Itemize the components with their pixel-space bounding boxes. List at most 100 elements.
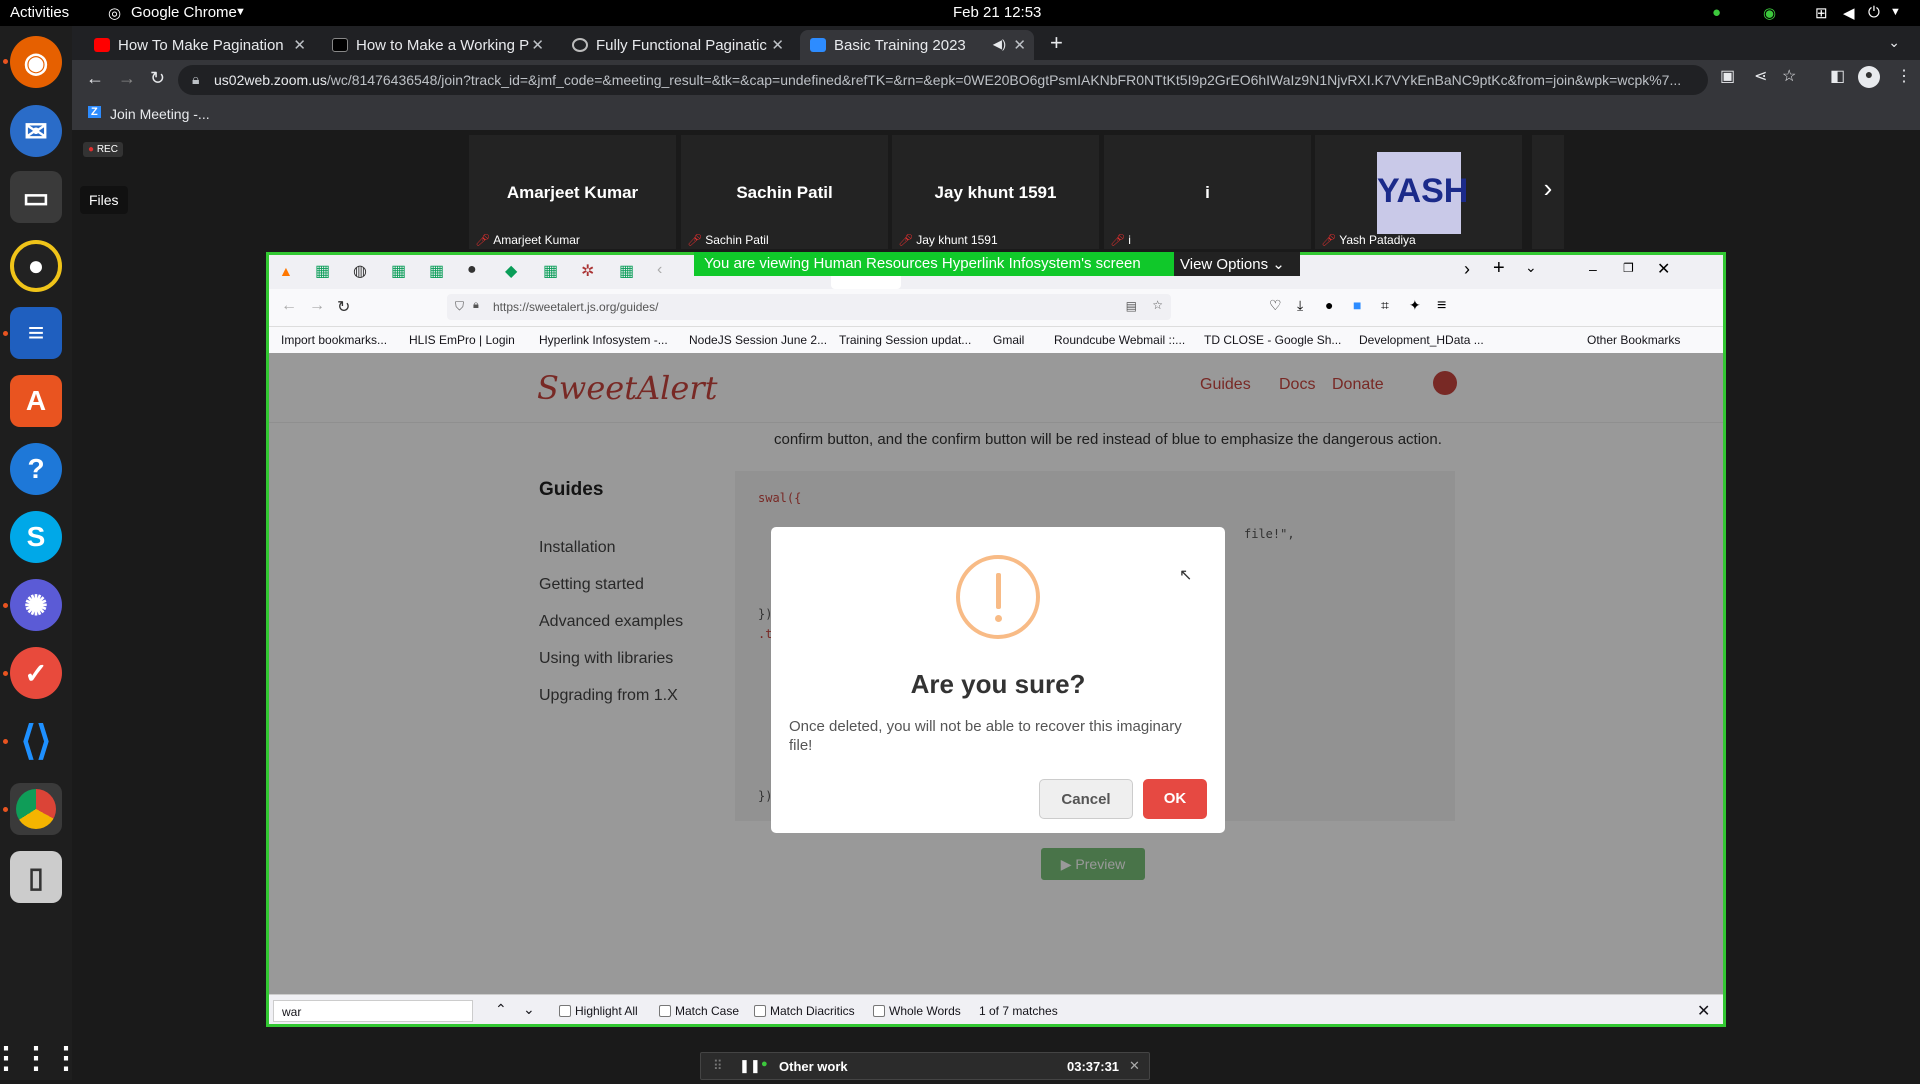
- participant-tile[interactable]: Amarjeet Kumar 🎤︎ Amarjeet Kumar: [469, 135, 676, 249]
- ok-button[interactable]: OK: [1143, 779, 1207, 819]
- extension-icon[interactable]: ■: [1353, 297, 1361, 313]
- tab-fully-functional[interactable]: Fully Functional Paginatic ✕: [562, 30, 792, 60]
- close-icon[interactable]: ✕: [293, 36, 306, 54]
- chevron-left-icon[interactable]: ‹: [657, 261, 662, 279]
- whole-words-checkbox[interactable]: Whole Words: [873, 1004, 961, 1018]
- extension-icon[interactable]: ▲: [279, 263, 293, 279]
- share-icon[interactable]: ⋖: [1754, 66, 1767, 86]
- back-icon[interactable]: ←: [281, 297, 297, 315]
- clock[interactable]: Feb 21 12:53: [953, 4, 1041, 21]
- vscode-icon[interactable]: ⟨⟩: [10, 715, 62, 767]
- sync-icon[interactable]: ◉: [1763, 4, 1776, 22]
- close-icon[interactable]: ✕: [1013, 36, 1026, 54]
- participant-tile[interactable]: Sachin Patil 🎤︎ Sachin Patil: [681, 135, 888, 249]
- activities-button[interactable]: Activities: [10, 4, 69, 21]
- reload-icon[interactable]: ↻: [337, 297, 350, 317]
- bookmark-item[interactable]: Hyperlink Infosystem -...: [539, 333, 668, 347]
- software-center-icon[interactable]: A: [10, 375, 62, 427]
- pocket-icon[interactable]: ♡: [1269, 297, 1282, 314]
- minimize-icon[interactable]: –: [1589, 261, 1597, 277]
- reader-icon[interactable]: ▤: [1126, 299, 1137, 313]
- bookmark-item[interactable]: TD CLOSE - Google Sh...: [1204, 333, 1341, 347]
- close-icon[interactable]: ✕: [531, 36, 544, 54]
- tab-search-icon[interactable]: ⌄: [1888, 34, 1900, 51]
- back-icon[interactable]: ←: [86, 68, 104, 89]
- slack-icon[interactable]: ✲: [581, 261, 594, 281]
- participant-tile[interactable]: Jay khunt 1591 🎤︎ Jay khunt 1591: [892, 135, 1099, 249]
- skype-icon[interactable]: S: [10, 511, 62, 563]
- camera-blocked-icon[interactable]: ▣: [1720, 66, 1735, 86]
- network-icon[interactable]: ⊞: [1815, 4, 1828, 22]
- bookmark-item[interactable]: Training Session updat...: [839, 333, 971, 347]
- next-page-button[interactable]: ›: [1532, 135, 1564, 249]
- menu-icon[interactable]: ≡: [1437, 297, 1446, 315]
- app-menu[interactable]: Google Chrome: [131, 4, 237, 21]
- help-icon[interactable]: ?: [10, 443, 62, 495]
- bookmark-item[interactable]: Roundcube Webmail ::...: [1054, 333, 1185, 347]
- close-icon[interactable]: ✕: [771, 36, 784, 54]
- other-bookmarks[interactable]: Other Bookmarks: [1587, 333, 1680, 347]
- bookmark-join-meeting[interactable]: Join Meeting -...: [110, 106, 210, 122]
- bookmark-item[interactable]: Development_HData ...: [1359, 333, 1484, 347]
- restore-icon[interactable]: ❐: [1623, 261, 1634, 275]
- sheets-icon[interactable]: ▦: [429, 261, 444, 281]
- globe-icon[interactable]: ◍: [353, 261, 367, 281]
- match-diacritics-checkbox[interactable]: Match Diacritics: [754, 1004, 855, 1018]
- tasks-icon[interactable]: ✓: [10, 647, 62, 699]
- bookmark-item[interactable]: HLIS EmPro | Login: [409, 333, 515, 347]
- archive-icon[interactable]: ▯: [10, 851, 62, 903]
- star-icon[interactable]: ☆: [1152, 298, 1163, 312]
- drag-handle-icon[interactable]: ⠿: [713, 1058, 723, 1074]
- close-icon[interactable]: ✕: [1657, 259, 1670, 279]
- close-find-icon[interactable]: ✕: [1697, 1001, 1710, 1021]
- firefox-icon[interactable]: ◉: [10, 36, 62, 88]
- tab-scroll-right-icon[interactable]: ›: [1464, 259, 1470, 280]
- sidepanel-icon[interactable]: ◧: [1830, 66, 1845, 86]
- evernote-icon[interactable]: ◆: [505, 261, 517, 281]
- firefox-url-bar[interactable]: ⛉ 🔒︎ https://sweetalert.js.org/guides/ ▤…: [447, 294, 1171, 320]
- thunderbird-icon[interactable]: ✉: [10, 105, 62, 157]
- github-icon[interactable]: ●: [467, 261, 477, 279]
- app-grid-icon[interactable]: ⋮⋮⋮: [0, 1032, 81, 1084]
- tab-working[interactable]: How to Make a Working P ✕: [322, 30, 552, 60]
- bookmark-item[interactable]: Import bookmarks...: [281, 333, 387, 347]
- participant-tile[interactable]: YASH 🎤︎ Yash Patadiya: [1315, 135, 1522, 249]
- find-previous-icon[interactable]: ⌃: [495, 1001, 507, 1018]
- libreoffice-writer-icon[interactable]: ≡: [10, 307, 62, 359]
- bookmark-item[interactable]: Gmail: [993, 333, 1024, 347]
- extension-icon[interactable]: ●: [1325, 297, 1333, 313]
- cancel-button[interactable]: Cancel: [1039, 779, 1133, 819]
- pause-icon[interactable]: ❚❚: [739, 1058, 761, 1074]
- files-icon[interactable]: ▭: [10, 171, 62, 223]
- sheets-icon[interactable]: ▦: [315, 261, 330, 281]
- profile-avatar[interactable]: ●: [1858, 66, 1880, 88]
- rhythmbox-icon[interactable]: ●: [10, 240, 62, 292]
- extensions-icon[interactable]: ✦: [1409, 297, 1421, 314]
- sheets-icon[interactable]: ▦: [391, 261, 406, 281]
- tab-list-icon[interactable]: ⌄: [1525, 259, 1537, 276]
- find-input[interactable]: war: [273, 1000, 473, 1022]
- download-icon[interactable]: ⤓: [1297, 297, 1303, 314]
- reload-icon[interactable]: ↻: [150, 68, 165, 89]
- close-icon[interactable]: ✕: [1129, 1058, 1140, 1074]
- tab-basic-training[interactable]: Basic Training 2023 ◀) ✕: [800, 30, 1034, 60]
- view-options-button[interactable]: View Options ⌄: [1174, 252, 1300, 276]
- forward-icon[interactable]: →: [309, 297, 325, 315]
- volume-icon[interactable]: ◀: [1843, 4, 1855, 22]
- find-next-icon[interactable]: ⌄: [523, 1001, 535, 1018]
- bookmark-item[interactable]: NodeJS Session June 2...: [689, 333, 827, 347]
- web-app-icon[interactable]: ✺: [10, 579, 62, 631]
- address-bar[interactable]: 🔒︎ us02web.zoom.us/wc/81476436548/join?t…: [178, 65, 1708, 95]
- match-case-checkbox[interactable]: Match Case: [659, 1004, 739, 1018]
- forward-icon[interactable]: →: [118, 68, 136, 89]
- new-tab-button[interactable]: +: [1493, 257, 1505, 280]
- power-icon[interactable]: ⏻: [1868, 4, 1880, 21]
- tab-pagination[interactable]: How To Make Pagination ✕: [84, 30, 314, 60]
- update-icon[interactable]: ●: [1712, 4, 1721, 21]
- chrome-icon[interactable]: [10, 783, 62, 835]
- sheets-icon[interactable]: ▦: [543, 261, 558, 281]
- crop-icon[interactable]: ⌗: [1381, 297, 1389, 314]
- audio-icon[interactable]: ◀): [993, 37, 1006, 51]
- highlight-all-checkbox[interactable]: Highlight All: [559, 1004, 638, 1018]
- new-tab-button[interactable]: +: [1050, 30, 1063, 56]
